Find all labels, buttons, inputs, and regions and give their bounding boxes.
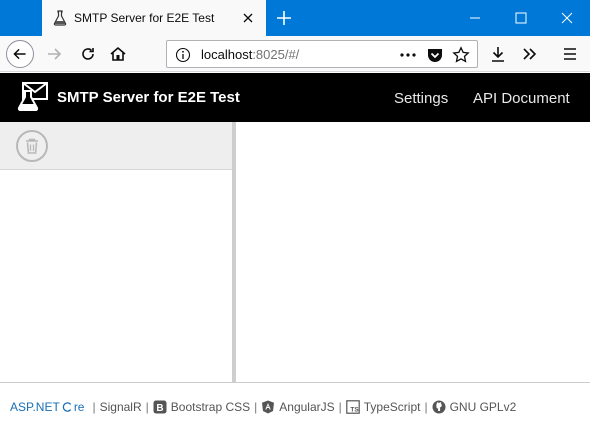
bookmark-star-icon[interactable] (452, 46, 470, 64)
app-header: SMTP Server for E2E Test Settings API Do… (0, 73, 590, 122)
message-list-pane (0, 122, 233, 382)
message-list-toolbar (0, 122, 232, 170)
footer-separator: | (92, 400, 96, 414)
svg-text:B: B (156, 403, 163, 414)
message-detail-pane (236, 122, 590, 382)
footer-separator: | (424, 400, 428, 414)
aspnet-core-label: re (73, 400, 85, 414)
hamburger-menu-icon[interactable] (560, 44, 580, 64)
footer-separator: | (338, 400, 342, 414)
tab-title: SMTP Server for E2E Test (74, 11, 215, 25)
typescript-icon: TS (345, 400, 360, 414)
nav-settings-link[interactable]: Settings (394, 90, 448, 107)
svg-text:TS: TS (350, 407, 359, 414)
trash-icon (26, 138, 38, 154)
typescript-link[interactable]: TypeScript (364, 400, 421, 414)
aspnet-label: ASP.NET (10, 400, 60, 414)
pocket-icon[interactable] (426, 46, 444, 64)
footer: ASP.NET re | SignalR | B Bootstrap CSS |… (0, 382, 590, 431)
bootstrap-link[interactable]: Bootstrap CSS (171, 400, 250, 414)
reload-icon[interactable] (74, 40, 102, 68)
delete-all-button[interactable] (16, 130, 48, 162)
maximize-icon[interactable] (498, 0, 544, 36)
url-path: :8025/#/ (252, 47, 300, 62)
bootstrap-icon: B (153, 400, 167, 414)
url-host: localhost (201, 47, 253, 62)
flask-mail-logo-icon[interactable] (16, 80, 50, 114)
github-icon (432, 400, 446, 414)
address-bar[interactable]: localhost:8025/#/ (166, 40, 478, 68)
new-tab-icon[interactable] (272, 6, 296, 30)
url-text: localhost:8025/#/ (201, 47, 299, 62)
download-icon[interactable] (488, 44, 508, 64)
close-tab-icon[interactable] (240, 10, 256, 26)
gnu-gpl-link[interactable]: GNU GPLv2 (450, 400, 517, 414)
aspnet-core-link[interactable]: ASP.NET re (10, 400, 84, 414)
browser-toolbar: localhost:8025/#/ (0, 36, 590, 72)
footer-credits: ASP.NET re | SignalR | B Bootstrap CSS |… (10, 400, 516, 414)
home-icon[interactable] (104, 40, 132, 68)
aspnet-core-icon (62, 402, 72, 412)
browser-tab[interactable]: SMTP Server for E2E Test (42, 0, 266, 36)
window-close-icon[interactable] (544, 0, 590, 36)
flask-icon (53, 10, 67, 26)
angular-icon (262, 400, 275, 414)
nav-api-document-link[interactable]: API Document (473, 90, 570, 107)
app-title[interactable]: SMTP Server for E2E Test (57, 89, 240, 106)
signalr-link[interactable]: SignalR (100, 400, 142, 414)
forward-arrow-icon[interactable] (40, 40, 68, 68)
info-icon[interactable] (175, 47, 191, 63)
overflow-chevron-icon[interactable] (520, 44, 540, 64)
footer-separator: | (145, 400, 149, 414)
browser-titlebar: SMTP Server for E2E Test (0, 0, 590, 36)
minimize-icon[interactable] (452, 0, 498, 36)
more-dots-icon[interactable] (399, 46, 417, 64)
angularjs-link[interactable]: AngularJS (279, 400, 334, 414)
footer-separator: | (254, 400, 258, 414)
back-arrow-icon[interactable] (6, 40, 34, 68)
